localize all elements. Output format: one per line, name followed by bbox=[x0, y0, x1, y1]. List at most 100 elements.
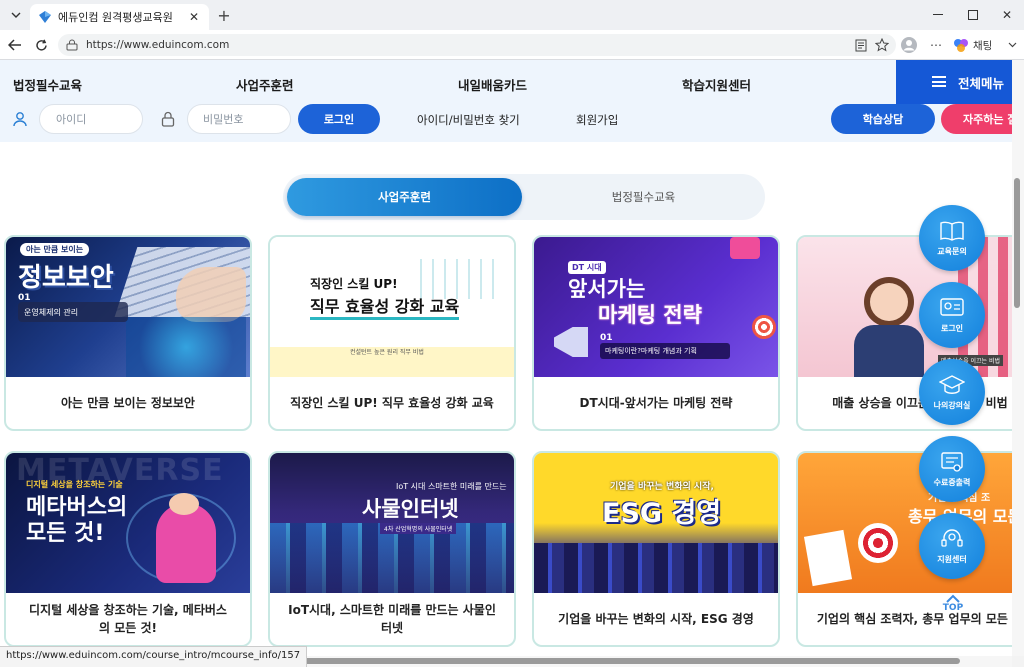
page-content: 법정필수교육 사업주훈련 내일배움카드 학습지원센터 전체메뉴 아이디 비밀번호… bbox=[0, 60, 1012, 656]
copilot-icon bbox=[954, 39, 968, 52]
thumb-sub: 마케팅이란?마케팅 개념과 기획 bbox=[600, 343, 730, 359]
password-input[interactable]: 비밀번호 bbox=[187, 104, 291, 134]
browser-tab-bar: 에듀인컴 원격평생교육원 ✕ + ✕ bbox=[0, 0, 1024, 30]
course-title: 기업을 바꾸는 변화의 시작, ESG 경영 bbox=[558, 612, 754, 626]
quick-label: 수료증출력 bbox=[933, 477, 971, 487]
gnb-employer-training[interactable]: 사업주훈련 bbox=[236, 75, 294, 94]
course-category-toggle: 사업주훈련 법정필수교육 bbox=[283, 174, 765, 220]
quick-certificate-button[interactable]: 수료증출력 bbox=[919, 436, 985, 502]
vertical-scrollbar[interactable] bbox=[1012, 60, 1024, 656]
find-id-password-link[interactable]: 아이디/비밀번호 찾기 bbox=[417, 112, 520, 128]
vertical-scroll-thumb[interactable] bbox=[1014, 178, 1020, 308]
course-title: 디지털 세상을 창조하는 기술, 메타버스의 모든 것! bbox=[29, 603, 227, 635]
quick-label: 지원센터 bbox=[937, 554, 967, 564]
course-title: IoT시대, 스마트한 미래를 만드는 사물인터넷 bbox=[288, 603, 496, 635]
thumb-sub: 4차 산업혁명의 사물인터넷 bbox=[380, 523, 457, 534]
scroll-top-button[interactable]: TOP bbox=[938, 594, 968, 624]
url-text: https://www.eduincom.com bbox=[86, 39, 230, 51]
course-card[interactable]: 아는 만큼 보이는 정보보안 01 운영체제의 관리 아는 만큼 보이는 정보보… bbox=[4, 235, 252, 431]
browser-tab[interactable]: 에듀인컴 원격평생교육원 ✕ bbox=[30, 4, 209, 30]
more-options-icon[interactable]: ⋯ bbox=[928, 36, 944, 54]
close-tab-icon[interactable]: ✕ bbox=[187, 10, 201, 24]
arrow-up-icon bbox=[946, 594, 960, 603]
site-info-icon[interactable] bbox=[66, 38, 80, 52]
course-title: 아는 만큼 보이는 정보보안 bbox=[61, 396, 195, 410]
gnb-learning-support[interactable]: 학습지원센터 bbox=[682, 75, 751, 94]
certificate-icon bbox=[941, 451, 963, 472]
thumb-num: 01 bbox=[600, 333, 613, 343]
thumb-line2: 직무 효율성 강화 교육 bbox=[310, 293, 460, 320]
course-title: 기업의 핵심 조력자, 총무 업무의 모든 것 bbox=[816, 612, 1012, 626]
horizontal-scroll-thumb[interactable] bbox=[280, 658, 960, 664]
back-arrow-icon[interactable] bbox=[6, 36, 24, 54]
maximize-icon[interactable] bbox=[956, 0, 990, 30]
faq-button[interactable]: 자주하는 질 bbox=[941, 104, 1012, 134]
tab-legal-education[interactable]: 법정필수교육 bbox=[526, 178, 761, 216]
quick-my-classroom-button[interactable]: 나의강의실 bbox=[919, 359, 985, 425]
thumb-main-text: 정보보안 bbox=[18, 263, 114, 293]
minimize-icon[interactable] bbox=[921, 0, 955, 30]
thumb-tag: 아는 만큼 보이는 bbox=[20, 243, 90, 256]
address-bar[interactable]: https://www.eduincom.com bbox=[58, 34, 896, 56]
tab-employer-training[interactable]: 사업주훈련 bbox=[287, 178, 522, 216]
all-menu-button[interactable]: 전체메뉴 bbox=[896, 60, 1012, 104]
chat-label: 채팅 bbox=[973, 39, 993, 52]
gnb-tomorrow-card[interactable]: 내일배움카드 bbox=[458, 75, 527, 94]
tab-list-chevron-icon[interactable] bbox=[6, 5, 26, 25]
quick-label: 로그인 bbox=[940, 323, 964, 333]
quick-login-button[interactable]: 로그인 bbox=[919, 282, 985, 348]
course-thumbnail: DT 시대 앞서가는 마케팅 전략 01 마케팅이란?마케팅 개념과 기획 bbox=[534, 237, 778, 377]
all-menu-label: 전체메뉴 bbox=[958, 75, 1005, 91]
status-bar-url: https://www.eduincom.com/course_intro/mc… bbox=[0, 646, 308, 667]
course-card[interactable]: METAVERSE 디지털 세상을 창조하는 기술 메타버스의 모든 것! 디지… bbox=[4, 451, 252, 647]
thumb-line2: 모든 것! bbox=[26, 521, 105, 546]
headset-icon bbox=[941, 528, 963, 547]
copilot-chat-button[interactable]: 채팅 bbox=[953, 34, 992, 56]
user-icon bbox=[10, 109, 30, 129]
course-title: 직장인 스킬 UP! 직무 효율성 강화 교육 bbox=[290, 396, 494, 410]
join-link[interactable]: 회원가입 bbox=[576, 112, 618, 128]
course-card[interactable]: DT 시대 앞서가는 마케팅 전략 01 마케팅이란?마케팅 개념과 기획 DT… bbox=[532, 235, 780, 431]
lock-icon bbox=[158, 109, 178, 129]
course-thumbnail: METAVERSE 디지털 세상을 창조하는 기술 메타버스의 모든 것! bbox=[6, 453, 250, 593]
course-card[interactable]: 직장인 스킬 UP! 직무 효율성 강화 교육 컨설턴트 높은 원리 직무 비법… bbox=[268, 235, 516, 431]
thumb-main-text: 사물인터넷 bbox=[362, 497, 459, 521]
course-thumbnail: 기업을 바꾸는 변화의 시작, ESG 경영 bbox=[534, 453, 778, 593]
quick-label: 나의강의실 bbox=[933, 400, 971, 410]
thumb-main-text: ESG 경영 bbox=[602, 498, 722, 529]
login-button[interactable]: 로그인 bbox=[298, 104, 380, 134]
favorite-star-icon[interactable] bbox=[874, 36, 890, 54]
course-thumbnail: 아는 만큼 보이는 정보보안 01 운영체제의 관리 bbox=[6, 237, 250, 377]
reader-mode-icon[interactable] bbox=[853, 36, 869, 54]
course-card[interactable]: IoT 시대 스마트한 미래를 만드는 사물인터넷 4차 산업혁명의 사물인터넷… bbox=[268, 451, 516, 647]
tab-title: 에듀인컴 원격평생교육원 bbox=[58, 11, 173, 24]
site-favicon-icon bbox=[39, 11, 51, 23]
id-card-icon bbox=[940, 297, 964, 316]
profile-avatar-icon[interactable] bbox=[900, 36, 918, 54]
new-tab-icon[interactable]: + bbox=[214, 5, 234, 25]
hamburger-icon bbox=[932, 76, 946, 87]
sidebar-chevron-icon[interactable] bbox=[1005, 36, 1019, 54]
consult-button[interactable]: 학습상담 bbox=[831, 104, 935, 134]
password-placeholder: 비밀번호 bbox=[203, 113, 244, 126]
gnb-legal-education[interactable]: 법정필수교육 bbox=[13, 75, 82, 94]
quick-label: 교육문의 bbox=[937, 246, 967, 256]
course-title: DT시대-앞서가는 마케팅 전략 bbox=[579, 396, 733, 410]
thumb-sub: 운영체제의 관리 bbox=[18, 302, 128, 322]
close-window-icon[interactable]: ✕ bbox=[990, 0, 1024, 30]
book-icon bbox=[940, 221, 964, 241]
reload-icon[interactable] bbox=[32, 36, 50, 54]
thumb-line1: 직장인 스킬 UP! bbox=[310, 277, 398, 291]
course-card[interactable]: 기업을 바꾸는 변화의 시작, ESG 경영 기업을 바꾸는 변화의 시작, E… bbox=[532, 451, 780, 647]
id-placeholder: 아이디 bbox=[56, 113, 87, 126]
id-input[interactable]: 아이디 bbox=[39, 104, 143, 134]
course-thumbnail: IoT 시대 스마트한 미래를 만드는 사물인터넷 4차 산업혁명의 사물인터넷 bbox=[270, 453, 514, 593]
quick-support-center-button[interactable]: 지원센터 bbox=[919, 513, 985, 579]
browser-toolbar: https://www.eduincom.com ⋯ 채팅 bbox=[0, 30, 1024, 60]
course-thumbnail: 직장인 스킬 UP! 직무 효율성 강화 교육 컨설턴트 높은 원리 직무 비법 bbox=[270, 237, 514, 377]
site-header: 법정필수교육 사업주훈련 내일배움카드 학습지원센터 전체메뉴 아이디 비밀번호… bbox=[0, 60, 1012, 142]
thumb-line2: 마케팅 전략 bbox=[598, 303, 702, 327]
quick-inquiry-button[interactable]: 교육문의 bbox=[919, 205, 985, 271]
thumb-tag: IoT 시대 스마트한 미래를 만드는 bbox=[396, 482, 507, 491]
graduation-cap-icon bbox=[939, 374, 965, 394]
